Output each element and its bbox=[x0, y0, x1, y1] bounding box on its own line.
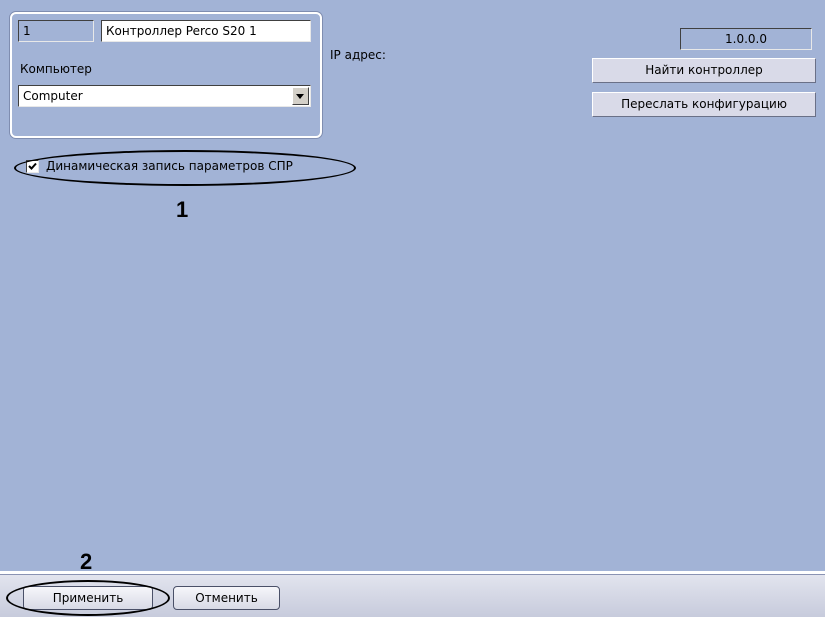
computer-select[interactable]: Computer bbox=[18, 85, 311, 107]
cancel-button[interactable]: Отменить bbox=[173, 586, 280, 610]
computer-select-value: Computer bbox=[23, 89, 83, 103]
highlight-ellipse-1 bbox=[14, 150, 356, 186]
ip-address-label: IP адрес: bbox=[330, 48, 386, 62]
settings-panel: 1 Контроллер Perco S20 1 Компьютер Compu… bbox=[0, 0, 825, 574]
annotation-marker-1: 1 bbox=[176, 197, 189, 222]
computer-label: Компьютер bbox=[20, 62, 92, 76]
find-controller-button[interactable]: Найти контроллер bbox=[592, 58, 816, 83]
controller-groupbox: 1 Контроллер Perco S20 1 Компьютер Compu… bbox=[10, 12, 322, 138]
dropdown-button[interactable] bbox=[292, 87, 309, 105]
send-config-button[interactable]: Переслать конфигурацию bbox=[592, 92, 816, 117]
highlight-ellipse-2 bbox=[6, 580, 170, 616]
ip-address-field[interactable]: 1.0.0.0 bbox=[680, 28, 812, 50]
controller-id-field[interactable]: 1 bbox=[18, 20, 94, 42]
chevron-down-icon bbox=[296, 94, 304, 99]
controller-name-field[interactable]: Контроллер Perco S20 1 bbox=[101, 20, 311, 42]
annotation-marker-2: 2 bbox=[80, 549, 93, 574]
